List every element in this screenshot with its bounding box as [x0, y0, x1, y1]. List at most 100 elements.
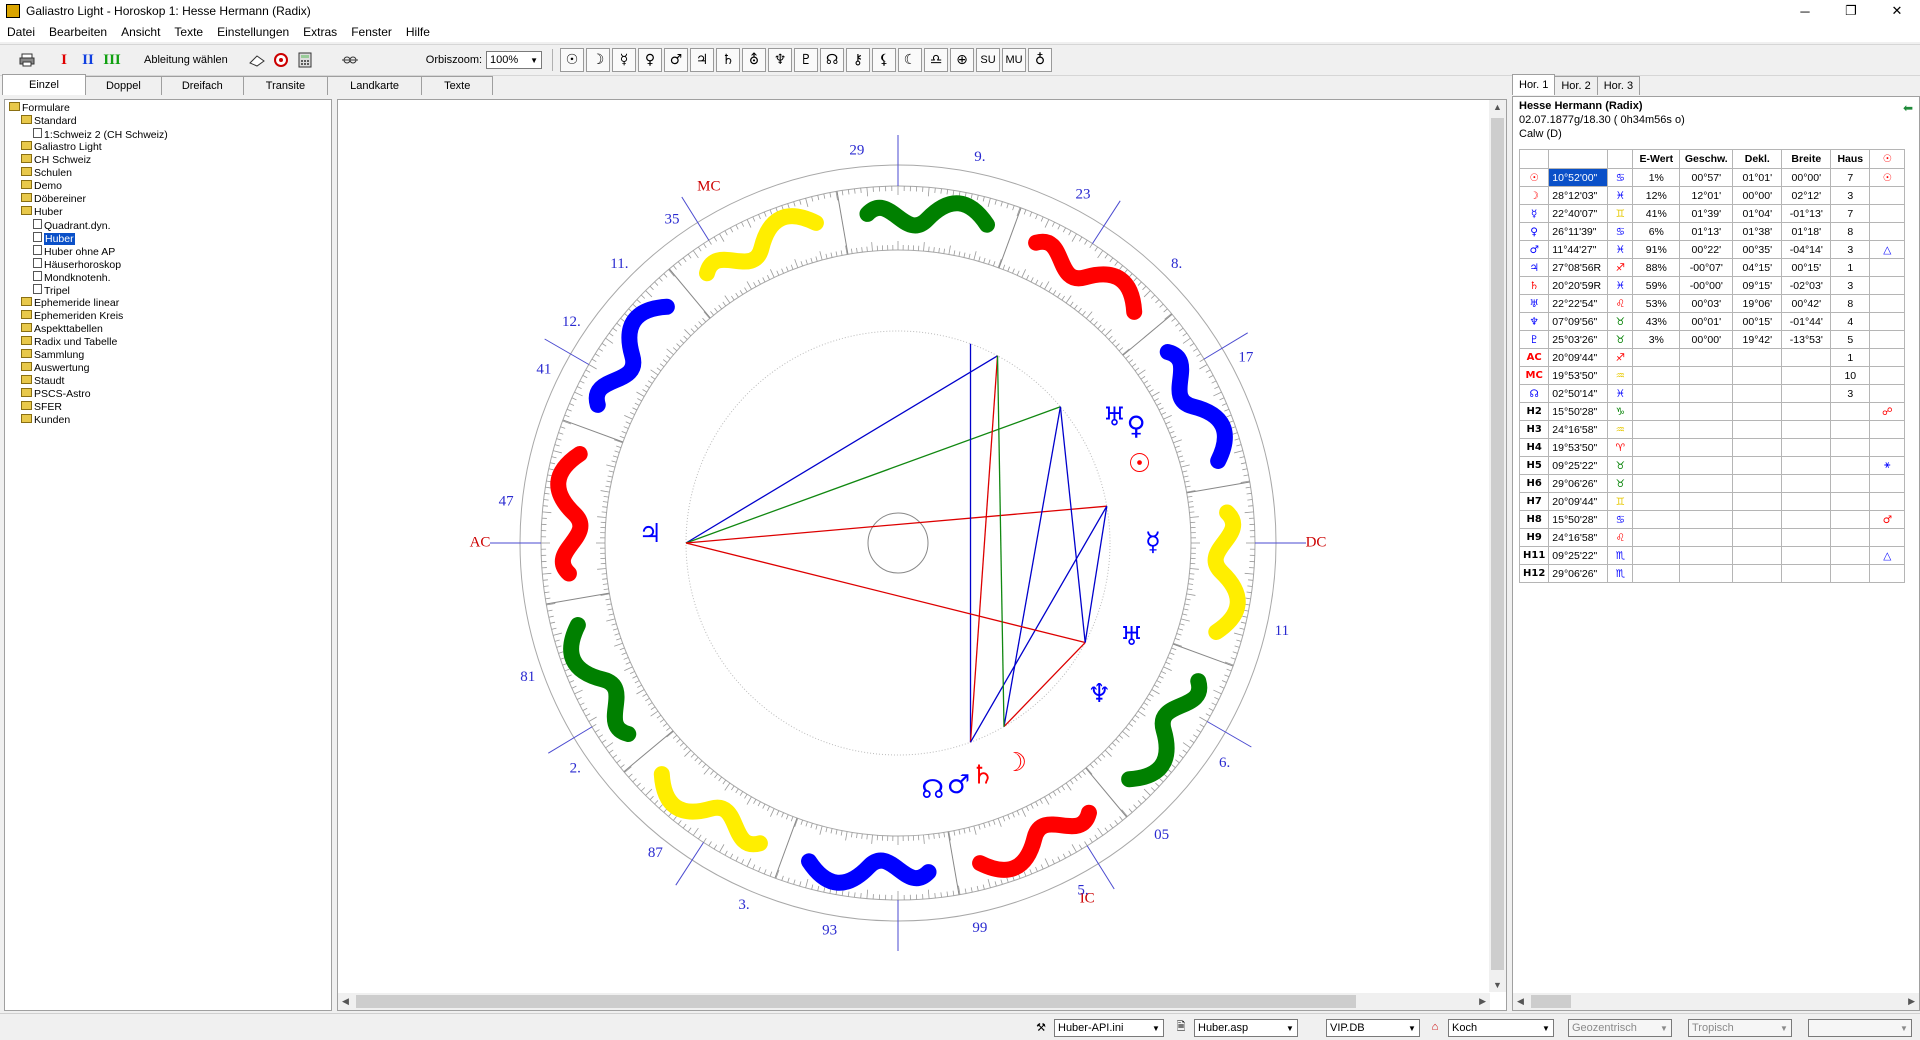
center-select[interactable]: Geozentrisch ▼: [1568, 1019, 1672, 1037]
tree-document[interactable]: Huber ohne AP: [5, 245, 331, 258]
tree-folder[interactable]: Schulen: [5, 167, 331, 180]
ableitung-button[interactable]: Ableitung wählen: [140, 54, 232, 66]
tab-hor-3[interactable]: Hor. 3: [1596, 76, 1641, 95]
maximize-button[interactable]: ❐: [1828, 0, 1874, 22]
planet-toggle-button[interactable]: ☊: [820, 48, 845, 72]
planet-toggle-button[interactable]: ♇: [794, 48, 819, 72]
tree-folder[interactable]: Radix und Tabelle: [5, 336, 331, 349]
scroll-down-icon[interactable]: ▼: [1493, 980, 1502, 990]
table-row[interactable]: H6 29°06'26" ♉: [1518, 474, 1906, 493]
planet-toggle-button[interactable]: ♆: [768, 48, 793, 72]
table-row[interactable]: ♂ 11°44'27" ♓ 91% 00°22' 00°35' -04°14' 3 △: [1518, 240, 1906, 259]
scroll-left-icon[interactable]: ◀: [1517, 996, 1524, 1007]
pin-icon[interactable]: ⬅: [1903, 101, 1915, 115]
planet-toggle-button[interactable]: ♂: [664, 48, 689, 72]
table-row[interactable]: ☊ 02°50'14" ♓ 3: [1518, 384, 1906, 403]
house-system-select[interactable]: Koch ▼: [1448, 1019, 1554, 1037]
tree-document[interactable]: Häuserhoroskop: [5, 258, 331, 271]
planet-toggle-button[interactable]: SU: [976, 48, 1001, 72]
table-row[interactable]: H5 09°25'22" ♉ ⚹: [1518, 456, 1906, 475]
formular-tree[interactable]: Formulare Standard 1:Schweiz 2 (CH Schweiz…: [4, 99, 332, 1011]
table-row[interactable]: ♃ 27°08'56R ♐ 88% -00°07' 04°15' 00°15' 1: [1518, 258, 1906, 277]
tab-hor-1[interactable]: Hor. 1: [1512, 74, 1556, 95]
tab-hor-2[interactable]: Hor. 2: [1554, 76, 1598, 95]
table-row[interactable]: H7 20°09'44" ♊: [1518, 492, 1906, 511]
orbiszoom-select[interactable]: 100% ▼: [486, 51, 543, 69]
tab-einzel[interactable]: Einzel: [2, 74, 86, 95]
table-row[interactable]: ☽ 28°12'03" ♓ 12% 12°01' 00°00' 02°12' 3: [1518, 186, 1906, 205]
minimize-button[interactable]: ─: [1782, 0, 1828, 22]
tree-folder[interactable]: Galiastro Light: [5, 141, 331, 154]
tree-folder[interactable]: Demo: [5, 180, 331, 193]
tree-folder[interactable]: Kunden: [5, 414, 331, 427]
column-header[interactable]: Dekl.: [1732, 149, 1783, 169]
table-row[interactable]: ☿ 22°40'07" ♊ 41% 01°39' 01°04' -01°13' 7: [1518, 204, 1906, 223]
tab-dreifach[interactable]: Dreifach: [160, 76, 244, 95]
table-row[interactable]: H12 29°06'26" ♏: [1518, 564, 1906, 583]
table-row[interactable]: ♄ 20°20'59R ♓ 59% -00°00' 09°15' -02°03' 3: [1518, 276, 1906, 295]
table-row[interactable]: AC 20°09'44" ♐ 1: [1518, 348, 1906, 367]
calculator-icon[interactable]: [294, 49, 316, 71]
planet-toggle-button[interactable]: ⚷: [846, 48, 871, 72]
tree-folder[interactable]: Sammlung: [5, 349, 331, 362]
horizontal-scrollbar[interactable]: ◀ ▶: [338, 993, 1490, 1010]
planet-toggle-button[interactable]: ⚸: [872, 48, 897, 72]
tree-folder[interactable]: Ephemeride linear: [5, 297, 331, 310]
tree-folder[interactable]: Ephemeriden Kreis: [5, 310, 331, 323]
scroll-thumb[interactable]: [1531, 995, 1571, 1008]
tree-folder[interactable]: CH Schweiz: [5, 154, 331, 167]
tab-doppel[interactable]: Doppel: [84, 76, 162, 95]
planet-toggle-button[interactable]: ♎: [924, 48, 949, 72]
tree-document[interactable]: 1:Schweiz 2 (CH Schweiz): [5, 128, 331, 141]
scroll-right-icon[interactable]: ▶: [1908, 996, 1915, 1007]
column-header[interactable]: Haus: [1830, 149, 1871, 169]
close-button[interactable]: ✕: [1874, 0, 1920, 22]
planet-toggle-button[interactable]: ☿: [612, 48, 637, 72]
column-header[interactable]: [1518, 149, 1550, 169]
table-row[interactable]: H4 19°53'50" ♈: [1518, 438, 1906, 457]
planet-toggle-button[interactable]: ⊕: [950, 48, 975, 72]
column-header[interactable]: E-Wert: [1632, 149, 1681, 169]
column-header[interactable]: ☉: [1869, 149, 1906, 169]
tab-transite[interactable]: Transite: [242, 76, 329, 95]
extra-select[interactable]: ▼: [1808, 1019, 1912, 1037]
planet-toggle-button[interactable]: ⛢: [742, 48, 767, 72]
tree-folder[interactable]: SFER: [5, 401, 331, 414]
tree-folder[interactable]: Aspekttabellen: [5, 323, 331, 336]
planet-toggle-button[interactable]: ☉: [560, 48, 585, 72]
menu-texte[interactable]: Texte: [167, 25, 210, 39]
print-icon[interactable]: [16, 49, 38, 71]
horoscope-chart[interactable]: AC DCMCIC29 9.238.17116.055.99933.872.8147…: [338, 100, 1490, 992]
link-icon[interactable]: [339, 49, 361, 71]
planet-toggle-button[interactable]: MU: [1002, 48, 1027, 72]
column-header[interactable]: Breite: [1781, 149, 1832, 169]
planet-toggle-button[interactable]: ♃: [690, 48, 715, 72]
menu-hilfe[interactable]: Hilfe: [399, 25, 437, 39]
table-row[interactable]: ♀ 26°11'39" ♋ 6% 01°13' 01°38' 01°18' 8: [1518, 222, 1906, 241]
table-row[interactable]: ☉ 10°52'00" ♋ 1% 00°57' 01°01' 00°00' 7 ☉: [1518, 168, 1906, 187]
column-header[interactable]: Geschw.: [1679, 149, 1734, 169]
database-select[interactable]: VIP.DB ▼: [1326, 1019, 1420, 1037]
level-3-button[interactable]: III: [101, 49, 123, 71]
menu-einstellungen[interactable]: Einstellungen: [210, 25, 296, 39]
zodiac-select[interactable]: Tropisch ▼: [1688, 1019, 1792, 1037]
column-header[interactable]: [1607, 149, 1634, 169]
asp-file-select[interactable]: Huber.asp ▼: [1194, 1019, 1298, 1037]
table-row[interactable]: ♆ 07°09'56" ♉ 43% 00°01' 00°15' -01°44' 4: [1518, 312, 1906, 331]
menu-extras[interactable]: Extras: [296, 25, 344, 39]
table-row[interactable]: H9 24°16'58" ♌: [1518, 528, 1906, 547]
table-row[interactable]: H8 15°50'28" ♋ ♂: [1518, 510, 1906, 529]
tree-folder[interactable]: Formulare: [5, 102, 331, 115]
vertical-scrollbar[interactable]: ▲ ▼: [1489, 100, 1506, 992]
scroll-up-icon[interactable]: ▲: [1493, 102, 1502, 112]
table-row[interactable]: H3 24°16'58" ♒: [1518, 420, 1906, 439]
tree-folder[interactable]: Huber: [5, 206, 331, 219]
scroll-thumb[interactable]: [1491, 118, 1504, 970]
api-file-select[interactable]: Huber-API.ini ▼: [1054, 1019, 1164, 1037]
tree-folder[interactable]: Staudt: [5, 375, 331, 388]
table-row[interactable]: H2 15°50'28" ♑ ☍: [1518, 402, 1906, 421]
planet-toggle-button[interactable]: ♁: [1028, 48, 1053, 72]
column-header[interactable]: [1548, 149, 1609, 169]
tree-document[interactable]: Huber: [5, 232, 331, 245]
table-horizontal-scrollbar[interactable]: ◀ ▶: [1513, 993, 1919, 1010]
